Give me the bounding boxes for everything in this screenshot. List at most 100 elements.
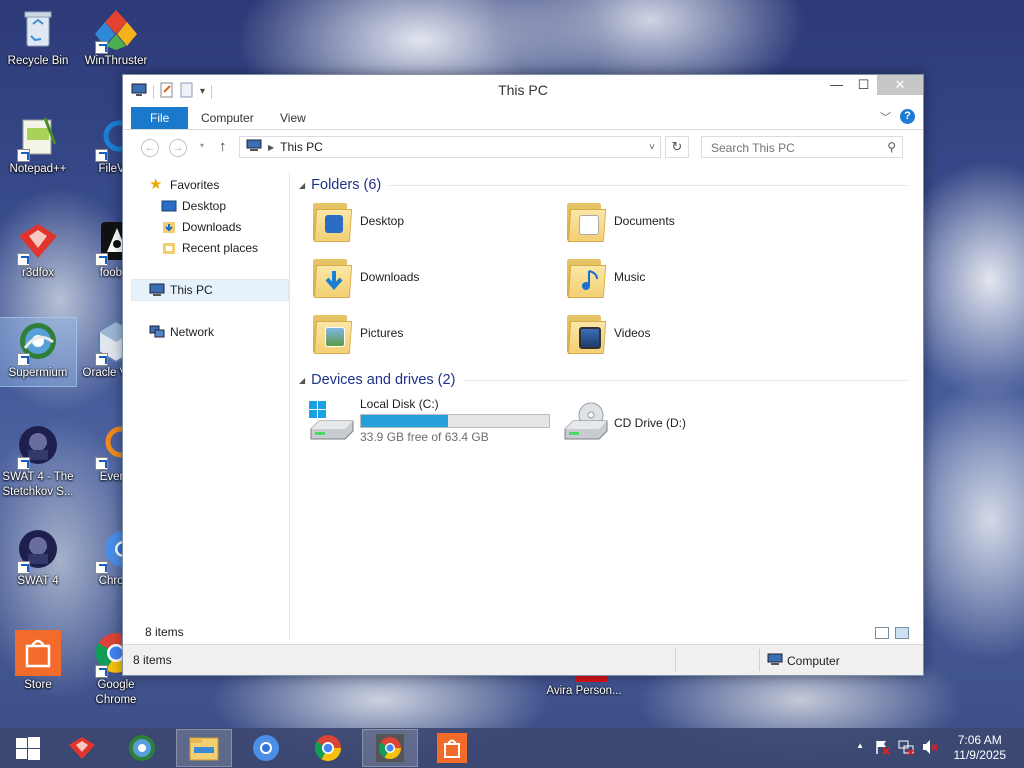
volume-muted-icon[interactable]	[922, 739, 938, 758]
explorer-window: ▾ This PC — ☐ ✕ File Computer View ﹀ ? ←…	[122, 74, 924, 676]
start-button[interactable]	[0, 729, 56, 767]
videos-folder-icon	[563, 311, 607, 355]
drive-item-cd-drive-d[interactable]: CD Drive (D:)	[561, 401, 686, 445]
shortcut-arrow-icon	[95, 665, 108, 678]
supermium-icon	[15, 318, 61, 366]
address-dropdown-icon[interactable]: ˅	[644, 142, 660, 153]
desktop-icon-recycle-bin[interactable]: Recycle Bin	[0, 6, 76, 69]
desktop-icon-label: r3dfox	[22, 267, 54, 279]
taskbar-supermium[interactable]	[114, 729, 170, 767]
group-title: Folders (6)	[311, 177, 382, 193]
drive-name: CD Drive (D:)	[614, 416, 686, 430]
status-left: 8 items	[133, 653, 172, 667]
folder-item-videos[interactable]: Videos	[563, 311, 650, 355]
breadcrumb-chevron-icon[interactable]: ▶	[268, 143, 274, 152]
folder-item-pictures[interactable]: Pictures	[309, 311, 403, 355]
desktop-icon-r3dfox[interactable]: r3dfox	[0, 218, 76, 281]
title-bar[interactable]: ▾ This PC — ☐ ✕	[123, 75, 923, 105]
maximize-button[interactable]: ☐	[850, 75, 877, 95]
nav-item-recent-places[interactable]: Recent places	[161, 238, 258, 258]
nav-item-favorites[interactable]: ★ Favorites	[149, 175, 219, 195]
desktop-icon-label: Avira Person...	[546, 685, 622, 697]
desktop-icon-winthruster[interactable]: WinThruster	[78, 6, 154, 69]
pictures-folder-icon	[309, 311, 353, 355]
nav-item-network[interactable]: Network	[149, 322, 214, 342]
desktop-icon-swat4-stetchkov[interactable]: SWAT 4 - The Stetchkov S...	[0, 422, 76, 500]
action-center-flag-icon[interactable]	[874, 739, 890, 758]
desktop-icon-store[interactable]: Store	[0, 630, 76, 693]
tab-computer[interactable]: Computer	[189, 107, 266, 129]
expand-ribbon-icon[interactable]: ﹀	[880, 109, 891, 125]
taskbar-chromium[interactable]	[238, 729, 294, 767]
taskbar-google-chrome[interactable]	[300, 729, 356, 767]
back-button[interactable]: ←	[141, 139, 159, 157]
shortcut-arrow-icon	[95, 149, 108, 162]
search-icon[interactable]: ⚲	[887, 140, 896, 154]
network-status-icon[interactable]	[898, 739, 914, 758]
shortcut-arrow-icon	[95, 353, 108, 366]
collapse-icon[interactable]: ◢	[299, 181, 305, 190]
folder-item-desktop[interactable]: Desktop	[309, 199, 404, 243]
taskbar-file-explorer[interactable]	[176, 729, 232, 767]
refresh-button[interactable]: ↻	[665, 136, 689, 158]
desktop-icon-label: Recycle Bin	[7, 55, 69, 67]
taskbar-chrome-window[interactable]	[362, 729, 418, 767]
large-icons-view-icon[interactable]	[895, 627, 909, 639]
show-hidden-icons-icon[interactable]: ▲	[856, 741, 864, 750]
collapse-icon[interactable]: ◢	[299, 376, 305, 385]
help-button[interactable]: ?	[900, 109, 915, 124]
folder-name: Videos	[614, 326, 651, 340]
forward-button[interactable]: →	[169, 139, 187, 157]
minimize-button[interactable]: —	[823, 75, 850, 95]
details-view-icon[interactable]	[875, 627, 889, 639]
computer-icon	[149, 283, 165, 297]
tab-view[interactable]: View	[268, 107, 318, 129]
desktop-icon-label: WinThruster	[84, 55, 148, 67]
nav-item-label: Desktop	[182, 199, 227, 213]
downloads-folder-icon	[161, 220, 177, 234]
folders-group-header[interactable]: ◢ Folders (6)	[299, 177, 907, 193]
folder-item-downloads[interactable]: Downloads	[309, 255, 419, 299]
folder-item-documents[interactable]: Documents	[563, 199, 675, 243]
taskbar-store[interactable]	[424, 729, 480, 767]
drive-item-local-disk-c[interactable]: Local Disk (C:) 33.9 GB free of 63.4 GB	[307, 397, 550, 444]
documents-folder-icon	[563, 199, 607, 243]
up-button[interactable]: ↑	[219, 138, 227, 155]
status-right: Computer	[767, 653, 840, 669]
view-switcher	[875, 627, 909, 639]
breadcrumb[interactable]: This PC	[280, 140, 323, 154]
search-input[interactable]	[709, 140, 873, 156]
downloads-folder-icon	[309, 255, 353, 299]
desktop-icon-avira[interactable]: Avira Person...	[546, 672, 625, 699]
nav-item-desktop[interactable]: Desktop	[161, 196, 226, 216]
tab-file[interactable]: File	[131, 107, 189, 129]
taskbar-r3dfox[interactable]	[54, 729, 110, 767]
nav-item-label: Network	[170, 325, 215, 339]
clock[interactable]: 7:06 AM 11/9/2025	[954, 733, 1007, 763]
shortcut-arrow-icon	[17, 353, 30, 366]
close-button[interactable]: ✕	[877, 75, 923, 95]
devices-group-header[interactable]: ◢ Devices and drives (2)	[299, 372, 907, 388]
recent-locations-icon[interactable]: ▾	[200, 141, 204, 150]
desktop-icon-label: Notepad++	[9, 163, 67, 175]
folder-name: Desktop	[360, 214, 405, 228]
desktop-icon-swat4[interactable]: SWAT 4	[0, 526, 76, 589]
search-box[interactable]: ⚲	[701, 136, 903, 158]
address-bar[interactable]: ▶ This PC ˅	[239, 136, 661, 158]
store-icon	[15, 630, 61, 676]
swat4-icon	[15, 526, 61, 574]
drive-name: Local Disk (C:)	[360, 397, 439, 411]
shortcut-arrow-icon	[95, 41, 108, 54]
folder-name: Pictures	[360, 326, 404, 340]
clock-date: 11/9/2025	[953, 748, 1007, 762]
shortcut-arrow-icon	[17, 457, 30, 470]
nav-item-this-pc[interactable]: This PC	[131, 279, 289, 301]
desktop-icon-supermium[interactable]: Supermium	[0, 317, 77, 387]
drive-details: Local Disk (C:) 33.9 GB free of 63.4 GB	[360, 397, 550, 444]
nav-item-downloads[interactable]: Downloads	[161, 217, 241, 237]
desktop-icon-notepadpp[interactable]: Notepad++	[0, 114, 76, 177]
folder-name: Downloads	[360, 270, 420, 284]
navigation-bar: ← → ▾ ↑ ▶ This PC ˅ ↻ ⚲	[123, 130, 923, 164]
folder-item-music[interactable]: Music	[563, 255, 645, 299]
ribbon-tabs: File Computer View ﹀ ?	[123, 105, 923, 130]
